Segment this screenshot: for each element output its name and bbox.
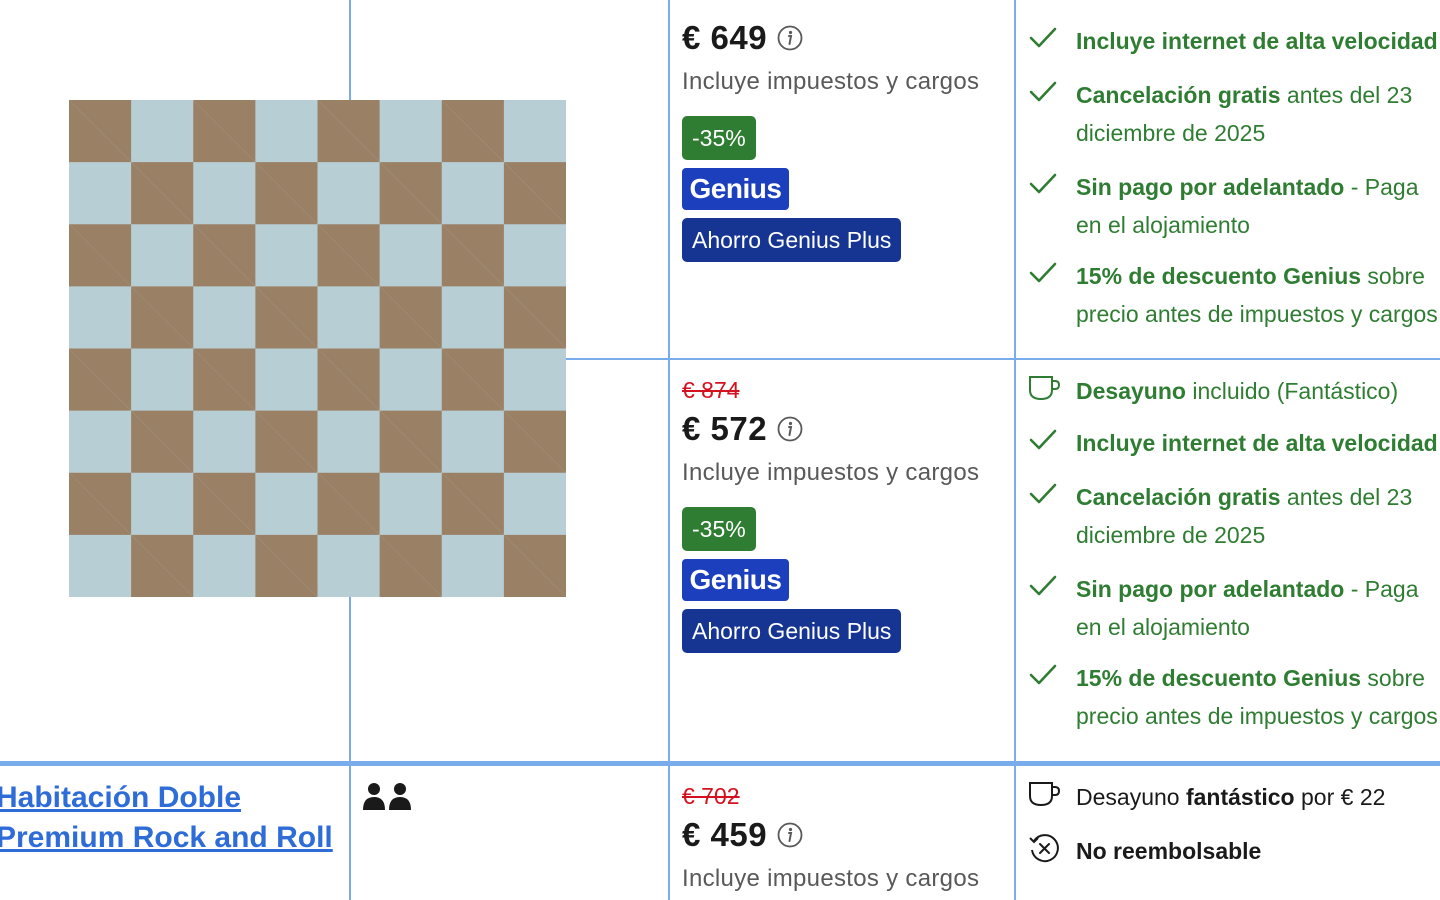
check-icon <box>1029 483 1057 504</box>
condition-detail-2: precio antes de impuestos y cargos <box>1076 703 1438 729</box>
non-refundable-label: No reembolsable <box>1076 838 1262 864</box>
check-icon <box>1029 575 1057 596</box>
genius-logo: Genius <box>682 559 789 601</box>
condition-detail-2: diciembre de 2025 <box>1076 120 1266 146</box>
check-icon <box>1029 262 1057 283</box>
breakfast-detail: incluido (Fantástico) <box>1185 378 1399 404</box>
tax-note: Incluye impuestos y cargos <box>682 68 980 95</box>
info-icon[interactable] <box>777 416 803 442</box>
occupancy-icon-top <box>362 0 412 4</box>
condition-detail-2: precio antes de impuestos y cargos <box>1076 301 1438 327</box>
room-photo[interactable] <box>69 100 566 597</box>
original-price: € 702 <box>682 783 740 809</box>
price: € 459 <box>682 816 768 853</box>
condition-strong: Sin pago por adelantado <box>1076 174 1345 200</box>
condition-strong: 15% de descuento Genius <box>1076 665 1362 691</box>
condition-detail: sobre <box>1361 263 1425 289</box>
original-price: € 874 <box>682 377 740 403</box>
breakfast-detail: por € 22 <box>1294 784 1386 810</box>
condition-detail: antes del 23 <box>1280 82 1413 108</box>
tax-note: Incluye impuestos y cargos <box>682 459 980 486</box>
occupancy-icon <box>362 782 414 817</box>
condition-strong: Cancelación gratis <box>1076 82 1281 108</box>
condition-detail-2: diciembre de 2025 <box>1076 522 1266 548</box>
condition-detail: - Paga <box>1344 576 1419 602</box>
condition-strong: Incluye internet de alta velocidad <box>1076 430 1438 456</box>
condition-strong: Incluye internet de alta velocidad <box>1076 28 1438 54</box>
genius-plus-badge[interactable]: Ahorro Genius Plus <box>682 609 902 653</box>
info-icon[interactable] <box>777 822 803 848</box>
condition-detail: sobre <box>1361 665 1425 691</box>
coffee-cup-icon <box>1029 782 1060 807</box>
row-divider-2 <box>0 761 1440 766</box>
offer-1-price: € 649 Incluye impuestos y cargos -35% Ge… <box>682 16 1012 262</box>
check-icon <box>1029 664 1057 685</box>
check-icon <box>1029 27 1057 48</box>
breakfast-quality: fantástico <box>1185 784 1295 810</box>
condition-strong: Cancelación gratis <box>1076 484 1281 510</box>
info-icon[interactable] <box>777 25 803 51</box>
genius-plus-badge[interactable]: Ahorro Genius Plus <box>682 218 902 262</box>
genius-logo: Genius <box>682 168 789 210</box>
tax-note: Incluye impuestos y cargos <box>682 865 980 892</box>
offer-3-price: € 702 € 459 Incluye impuestos y cargos <box>682 783 1012 893</box>
condition-strong: Sin pago por adelantado <box>1076 576 1345 602</box>
price: € 649 <box>682 19 768 56</box>
price: € 572 <box>682 410 768 447</box>
check-icon <box>1029 81 1057 102</box>
coffee-cup-icon <box>1029 376 1060 401</box>
offer-2-price: € 874 € 572 Incluye impuestos y cargos -… <box>682 377 1012 653</box>
room-name-link[interactable]: Habitación Doble Premium Rock and Roll <box>0 778 336 858</box>
condition-detail: - Paga <box>1344 174 1419 200</box>
breakfast-label: Desayuno <box>1076 378 1186 404</box>
check-icon <box>1029 429 1057 450</box>
check-icon <box>1029 173 1057 194</box>
row-divider-1 <box>566 358 1440 360</box>
no-refund-icon <box>1029 834 1059 863</box>
discount-badge: -35% <box>682 116 756 160</box>
breakfast-label: Desayuno <box>1076 784 1186 810</box>
condition-detail-2: en el alojamiento <box>1076 212 1250 238</box>
discount-badge: -35% <box>682 507 756 551</box>
condition-strong: 15% de descuento Genius <box>1076 263 1362 289</box>
condition-detail: antes del 23 <box>1280 484 1413 510</box>
condition-detail-2: en el alojamiento <box>1076 614 1250 640</box>
